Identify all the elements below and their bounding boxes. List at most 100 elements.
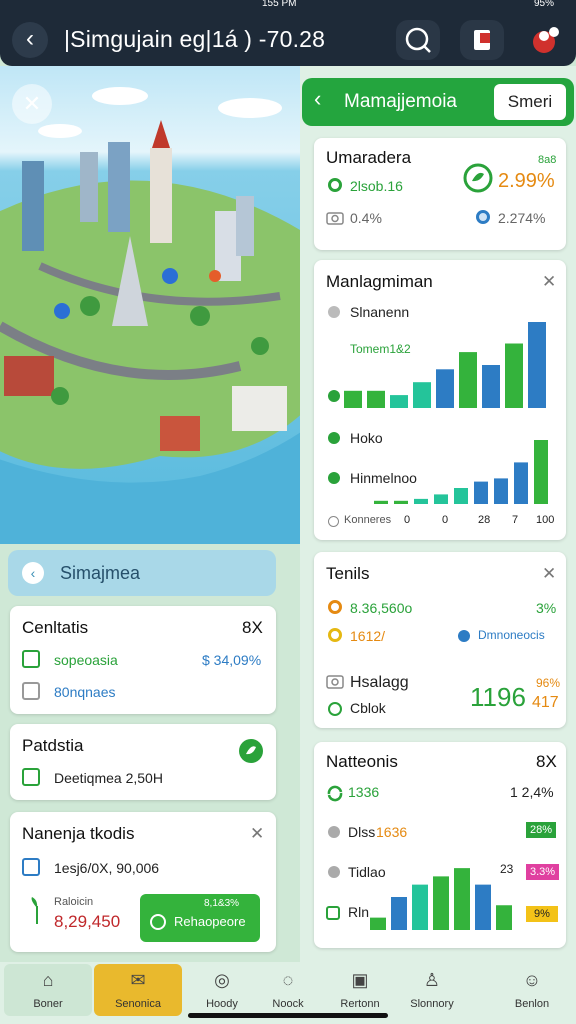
- chart-bar: [436, 369, 454, 408]
- chart-bar: [374, 500, 388, 504]
- status-bar: 155 PM 95%: [0, 0, 576, 12]
- row-label: Raloicin: [54, 896, 94, 908]
- chart-bar: [394, 500, 408, 504]
- top-bar: ‹ |Simgujain eg|1á ) -70.28: [0, 12, 576, 66]
- axis-tick: 7: [512, 514, 519, 526]
- chart-bar: [344, 390, 362, 408]
- chevron-left-icon[interactable]: ‹: [314, 86, 321, 112]
- chart-bar: [391, 897, 407, 930]
- chart-bar: [514, 462, 528, 504]
- chart-bar: [390, 395, 408, 408]
- camera-icon: [326, 212, 344, 225]
- row-badge: 28%: [526, 822, 557, 838]
- home-icon: ⌂: [42, 970, 54, 990]
- right-panel-action-button[interactable]: Smeri: [494, 84, 566, 120]
- card-title: Umaradera: [326, 148, 412, 167]
- right-panel-header: ‹ Mamajjemoia Smeri: [302, 78, 574, 126]
- chart-bar: [414, 498, 428, 504]
- chart-bar: [475, 884, 491, 930]
- nav-item-home[interactable]: ⌂ Boner: [4, 964, 92, 1016]
- notification-button[interactable]: [460, 20, 504, 60]
- nav-item-senonica[interactable]: ✉ Senonica: [94, 964, 182, 1016]
- plant-icon: [31, 897, 38, 924]
- row-value-2: 0.4%: [350, 210, 382, 226]
- city-illustration: ✕: [0, 66, 302, 544]
- row-percent-2: 2.274%: [498, 210, 546, 226]
- close-map-button[interactable]: ✕: [12, 84, 52, 124]
- search-button[interactable]: [396, 20, 440, 60]
- axis-tick: 100: [536, 514, 555, 526]
- legend-dot: [328, 516, 339, 527]
- row-percent: $ 34,09%: [202, 652, 262, 668]
- left-card-1[interactable]: Cenltatis 8X sopeoasia $ 34,09% 80nqnaes: [10, 606, 276, 714]
- back-button[interactable]: ‹: [12, 22, 48, 58]
- bar-chart-top: [344, 322, 546, 408]
- legend-dot: [328, 866, 340, 878]
- blue-dot-icon: [458, 630, 470, 642]
- row-value-2: 1612/: [350, 628, 386, 644]
- legend-dot: [328, 390, 340, 402]
- trends-card[interactable]: Tenils ✕ 8.36,560o 3% 1612/ Dmnoneocis H…: [314, 552, 566, 728]
- row-badge: 9%: [526, 906, 558, 922]
- left-card-3[interactable]: Nanenja tkodis ✕ 1esj6/0X, 90,006 Raloic…: [10, 812, 276, 952]
- row-percent: 1 2,4%: [510, 784, 554, 800]
- card-badge: 8X: [242, 618, 263, 637]
- profile-button[interactable]: [522, 20, 566, 60]
- nav-item-slonnory[interactable]: ♙ Slonnory: [388, 964, 476, 1016]
- person-icon: ♙: [423, 970, 441, 990]
- small-value: 96%: [536, 676, 561, 690]
- chart-bar: [528, 322, 546, 408]
- small-value: 417: [532, 694, 559, 711]
- close-icon[interactable]: ✕: [542, 564, 556, 584]
- row-value-2: 80nqnaes: [54, 684, 116, 700]
- notifications-card[interactable]: Natteonis 8X 1336 1 2,4% Dlss 1636 28% T…: [314, 742, 566, 948]
- card-title: Tenils: [326, 564, 370, 583]
- close-icon[interactable]: ✕: [250, 824, 264, 844]
- legend-dot: [328, 472, 340, 484]
- recycle-icon: [327, 785, 343, 802]
- row-right-label: Dmnoneocis: [478, 628, 545, 642]
- card-title: Nanenja tkodis: [22, 824, 135, 843]
- battery-level: 95%: [533, 0, 554, 9]
- nav-item-benlon[interactable]: ☺ Benlon: [488, 964, 576, 1016]
- close-icon[interactable]: ✕: [542, 272, 556, 292]
- chart-card[interactable]: Manlagmiman ✕ Slnanenn Tomem1&2 Hoko Hin…: [314, 260, 566, 540]
- big-value: 1196: [470, 682, 526, 712]
- bar-chart-bottom: [374, 440, 548, 504]
- orange-dot-icon: [328, 600, 342, 614]
- back-circle-icon: ‹: [22, 562, 44, 584]
- yellow-dot-icon: [328, 628, 342, 642]
- row-value: 1336: [348, 784, 380, 800]
- notification-icon: [474, 30, 490, 50]
- card-title: Manlagmiman: [326, 272, 433, 291]
- chart-bar: [459, 352, 477, 408]
- action-button[interactable]: 8,1&3% Rehaopeore: [140, 894, 260, 942]
- city-map-image: [0, 87, 302, 544]
- row-value: 2lsob.16: [350, 178, 403, 194]
- row-label: Dlss: [348, 824, 376, 840]
- green-ring-icon: [328, 702, 342, 716]
- left-card-2[interactable]: Patdstia Deetiqmea 2,50H: [10, 724, 276, 800]
- legend-dot: [328, 826, 340, 838]
- legend-dot: [328, 432, 340, 444]
- stats-card-1[interactable]: Umaradera 8a8 2lsob.16 2.99% 0.4% 2.274%: [314, 138, 566, 250]
- home-indicator: [188, 1013, 388, 1018]
- checkbox-icon: [22, 650, 40, 668]
- blue-dot-icon: [476, 210, 490, 224]
- row-value: 8.36,560o: [350, 600, 413, 616]
- legend-label: Konneres: [344, 514, 392, 526]
- row-label-3: Hsalagg: [350, 674, 409, 691]
- chart-bar: [413, 382, 431, 408]
- legend-label: Slnanenn: [350, 304, 410, 320]
- clock-icon: [150, 914, 166, 930]
- row-value: sopeoasia: [54, 652, 118, 668]
- row-value: Deetiqmea 2,50H: [54, 770, 163, 786]
- card-badge: 8a8: [538, 154, 557, 166]
- row-amount: 8,29,450: [54, 912, 121, 931]
- chart-bar: [505, 343, 523, 408]
- button-label: Rehaopeore: [174, 914, 246, 929]
- document-icon: [22, 858, 40, 876]
- chart-bar: [474, 481, 488, 504]
- left-panel-header[interactable]: ‹ Simajmea: [8, 550, 276, 596]
- status-time: 155 PM: [262, 0, 297, 9]
